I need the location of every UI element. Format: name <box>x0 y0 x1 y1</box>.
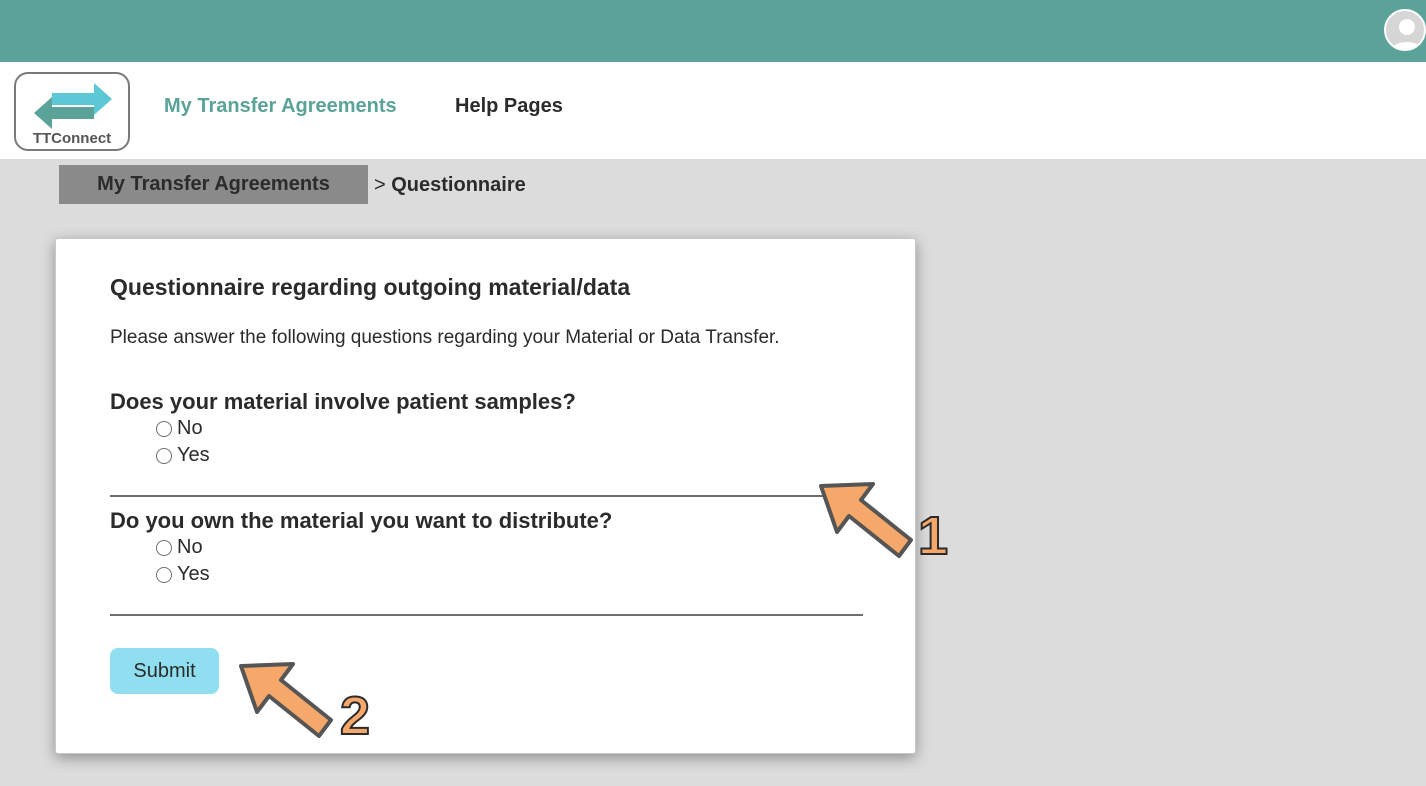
radio-button[interactable] <box>156 566 172 583</box>
top-bar <box>0 0 1426 62</box>
q2-option-yes[interactable]: Yes <box>156 563 210 586</box>
nav-my-transfer-agreements[interactable]: My Transfer Agreements <box>164 95 397 118</box>
form-title: Questionnaire regarding outgoing materia… <box>110 274 631 300</box>
divider <box>110 495 863 497</box>
user-avatar-icon[interactable] <box>1384 9 1426 51</box>
ttconnect-logo[interactable]: TTConnect <box>14 72 130 151</box>
option-label: No <box>177 417 203 439</box>
annotation-label-2: 2 <box>339 685 371 747</box>
q2-option-no[interactable]: No <box>156 536 203 559</box>
option-label: Yes <box>177 444 210 466</box>
transfer-arrows-icon <box>34 83 112 129</box>
annotation-label-1: 1 <box>917 505 949 567</box>
question-patient-samples: Does your material involve patient sampl… <box>110 389 576 414</box>
radio-button[interactable] <box>156 447 172 464</box>
form-intro: Please answer the following questions re… <box>110 327 780 348</box>
questionnaire-card: Questionnaire regarding outgoing materia… <box>55 238 916 754</box>
breadcrumb-current: Questionnaire <box>391 174 526 196</box>
question-own-material: Do you own the material you want to dist… <box>110 508 613 533</box>
q1-option-no[interactable]: No <box>156 417 203 440</box>
option-label: No <box>177 536 203 558</box>
option-label: Yes <box>177 563 210 585</box>
radio-button[interactable] <box>156 420 172 437</box>
divider <box>110 614 863 616</box>
logo-text: TTConnect <box>32 130 112 147</box>
annotation-arrow-icon <box>239 662 333 738</box>
breadcrumb: > Questionnaire <box>374 174 526 197</box>
nav-help-pages[interactable]: Help Pages <box>455 95 563 118</box>
breadcrumb-separator: > <box>374 174 386 196</box>
navigation-bar: TTConnect My Transfer Agreements Help Pa… <box>0 62 1426 159</box>
q1-option-yes[interactable]: Yes <box>156 444 210 467</box>
radio-button[interactable] <box>156 539 172 556</box>
annotation-arrow-icon <box>819 482 913 558</box>
breadcrumb-parent-link[interactable]: My Transfer Agreements <box>59 165 368 204</box>
submit-button[interactable]: Submit <box>110 648 219 694</box>
